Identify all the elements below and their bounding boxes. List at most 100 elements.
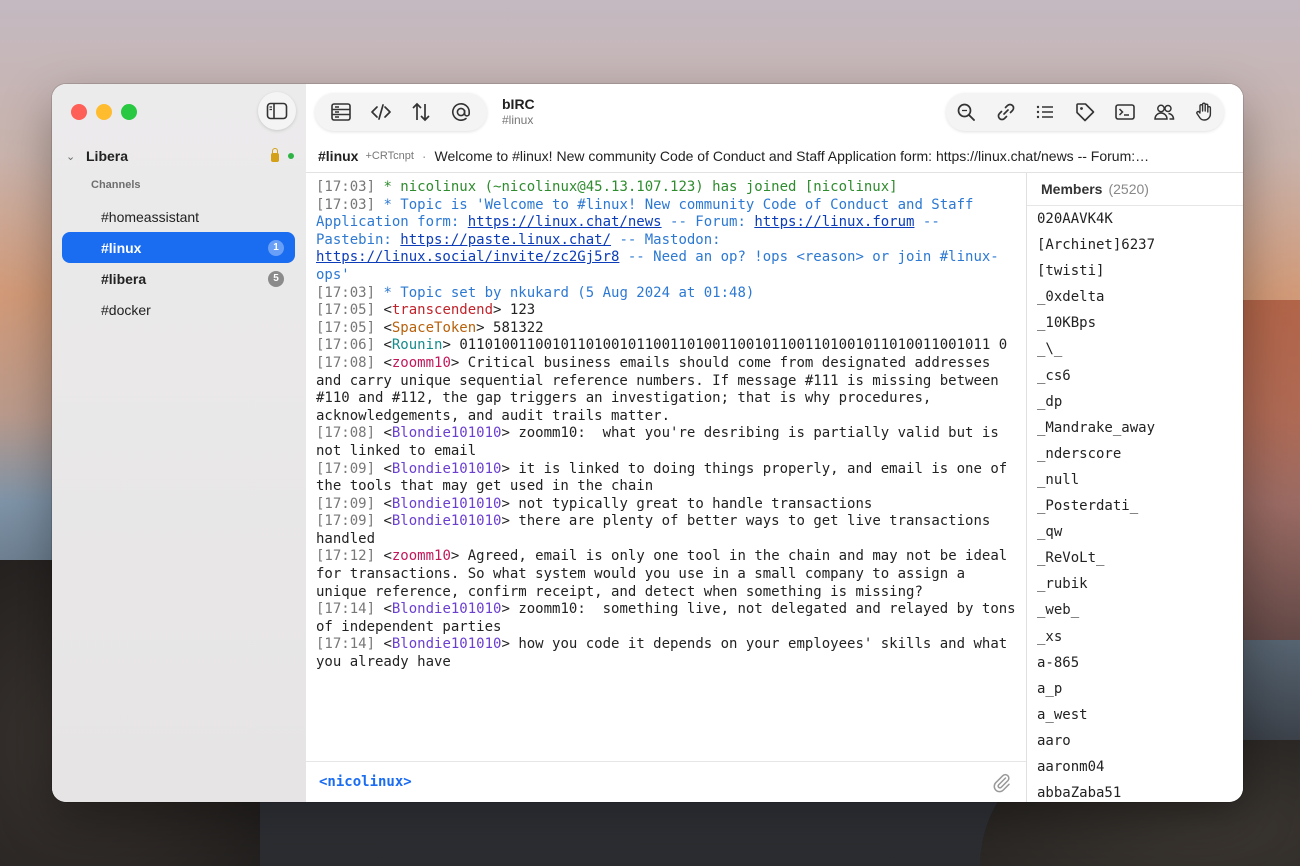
member-item[interactable]: _null xyxy=(1037,467,1243,493)
members-title: Members xyxy=(1041,181,1103,197)
member-item[interactable]: _Posterdati_ xyxy=(1037,493,1243,519)
search-icon xyxy=(957,103,975,121)
server-icon xyxy=(331,103,351,121)
topic-channel: #linux xyxy=(318,148,359,164)
message-line: [17:05] <SpaceToken> 581322 xyxy=(316,319,544,336)
message-line: [17:05] <transcendend> 123 xyxy=(316,302,536,319)
nick[interactable]: Blondie101010 xyxy=(392,496,502,512)
console-button[interactable] xyxy=(1105,93,1145,131)
member-item[interactable]: [Archinet]6237 xyxy=(1037,232,1243,258)
member-item[interactable]: abbaZaba51 xyxy=(1037,780,1243,802)
unread-badge: 5 xyxy=(268,270,284,287)
terminal-icon xyxy=(1114,104,1135,120)
title-block: bIRC #linux xyxy=(502,96,535,127)
member-item[interactable]: _rubik xyxy=(1037,571,1243,597)
network-name: Libera xyxy=(86,148,129,164)
code-button[interactable] xyxy=(361,93,401,131)
nick[interactable]: Blondie101010 xyxy=(392,425,502,441)
timestamp: [17:03] xyxy=(316,284,376,301)
member-item[interactable]: _10KBps xyxy=(1037,310,1243,336)
mentions-button[interactable] xyxy=(441,93,481,131)
topic-text: -- Forum: xyxy=(661,214,755,231)
nick[interactable]: zoomm10 xyxy=(392,548,451,564)
paperclip-icon[interactable] xyxy=(990,771,1012,793)
toolbar-left-group xyxy=(315,93,487,131)
nick[interactable]: zoomm10 xyxy=(392,355,451,371)
nick[interactable]: Blondie101010 xyxy=(392,601,502,617)
member-item[interactable]: _Mandrake_away xyxy=(1037,415,1243,441)
member-item[interactable]: a_west xyxy=(1037,702,1243,728)
nick[interactable]: Blondie101010 xyxy=(392,636,502,652)
sidebar-item-docker[interactable]: #docker xyxy=(62,294,295,325)
sidebar-item-linux[interactable]: #linux 1 xyxy=(62,232,295,263)
message-text: 581322 xyxy=(484,319,544,336)
message-text: not typically great to handle transactio… xyxy=(509,495,873,512)
link[interactable]: https://linux.chat/news xyxy=(468,214,662,230)
channels-section-label: Channels xyxy=(91,179,141,191)
message-line: [17:08] <Blondie101010> zoomm10: what yo… xyxy=(316,425,1008,459)
message-log[interactable]: [17:03] * nicolinux (~nicolinux@45.13.10… xyxy=(306,173,1026,759)
sort-button[interactable] xyxy=(401,93,441,131)
timestamp: [17:09] xyxy=(316,495,376,512)
timestamp: [17:03] xyxy=(316,196,376,213)
message-line: [17:14] <Blondie101010> zoomm10: somethi… xyxy=(316,601,1025,635)
topic-text[interactable]: Welcome to #linux! New community Code of… xyxy=(435,148,1150,164)
code-icon xyxy=(371,104,391,120)
timestamp: [17:05] xyxy=(316,319,376,336)
members-toggle-button[interactable] xyxy=(1145,93,1185,131)
maximize-window-button[interactable] xyxy=(121,104,137,120)
nick[interactable]: transcendend xyxy=(392,302,493,318)
timestamp: [17:09] xyxy=(316,513,376,530)
member-item[interactable]: a-865 xyxy=(1037,650,1243,676)
nick[interactable]: Blondie101010 xyxy=(392,461,502,477)
member-item[interactable]: _\_ xyxy=(1037,336,1243,362)
message-line: [17:09] <Blondie101010> there are plenty… xyxy=(316,513,999,547)
member-item[interactable]: [twisti] xyxy=(1037,258,1243,284)
member-item[interactable]: aaronm04 xyxy=(1037,754,1243,780)
list-icon xyxy=(1037,105,1054,119)
network-row-libera[interactable]: ⌄ Libera xyxy=(66,146,294,166)
sidebar-icon xyxy=(266,102,288,120)
links-button[interactable] xyxy=(986,93,1026,131)
member-item[interactable]: _nderscore xyxy=(1037,441,1243,467)
message-line: [17:03] * Topic is 'Welcome to #linux! N… xyxy=(316,197,1016,285)
tags-button[interactable] xyxy=(1065,93,1105,131)
member-item[interactable]: _ReVoLt_ xyxy=(1037,545,1243,571)
member-item[interactable]: _web_ xyxy=(1037,597,1243,623)
member-list: 020AAVK4K [Archinet]6237 [twisti] _0xdel… xyxy=(1027,206,1243,802)
link[interactable]: https://linux.forum xyxy=(754,214,914,230)
sidebar-toggle-button[interactable] xyxy=(258,92,296,130)
link[interactable]: https://paste.linux.chat/ xyxy=(400,232,611,248)
close-window-button[interactable] xyxy=(71,104,87,120)
timestamp: [17:08] xyxy=(316,425,376,442)
message-line: [17:08] <zoomm10> Critical business emai… xyxy=(316,354,1008,424)
app-window: ⌄ Libera Channels #homeassistant #linux … xyxy=(52,84,1243,802)
member-item[interactable]: _0xdelta xyxy=(1037,284,1243,310)
member-item[interactable]: _cs6 xyxy=(1037,363,1243,389)
tag-icon xyxy=(1076,103,1095,122)
sidebar-item-homeassistant[interactable]: #homeassistant xyxy=(62,201,295,232)
member-item[interactable]: _xs xyxy=(1037,624,1243,650)
message-input[interactable]: <nicolinux> xyxy=(306,761,1026,802)
member-item[interactable]: aaro xyxy=(1037,728,1243,754)
away-button[interactable] xyxy=(1184,93,1224,131)
message-line: [17:12] <zoomm10> Agreed, email is only … xyxy=(316,548,1016,600)
chevron-down-icon[interactable]: ⌄ xyxy=(66,150,78,163)
nick[interactable]: Blondie101010 xyxy=(392,513,502,529)
member-item[interactable]: _qw xyxy=(1037,519,1243,545)
nick[interactable]: SpaceToken xyxy=(392,320,476,336)
member-item[interactable]: 020AAVK4K xyxy=(1037,206,1243,232)
member-item[interactable]: a_p xyxy=(1037,676,1243,702)
timestamp: [17:03] xyxy=(316,179,376,195)
search-button[interactable] xyxy=(946,93,986,131)
link[interactable]: https://linux.social/invite/zc2Gj5r8 xyxy=(316,249,619,265)
message-line: [17:06] <Rounin> 01101001100101101001011… xyxy=(316,337,1008,354)
minimize-window-button[interactable] xyxy=(96,104,112,120)
nick[interactable]: Rounin xyxy=(392,337,443,353)
sidebar-item-libera[interactable]: #libera 5 xyxy=(62,263,295,294)
member-item[interactable]: _dp xyxy=(1037,389,1243,415)
channel-list-button[interactable] xyxy=(1025,93,1065,131)
channel-label: #linux xyxy=(101,239,142,256)
unread-badge: 1 xyxy=(268,239,284,256)
server-button[interactable] xyxy=(321,93,361,131)
